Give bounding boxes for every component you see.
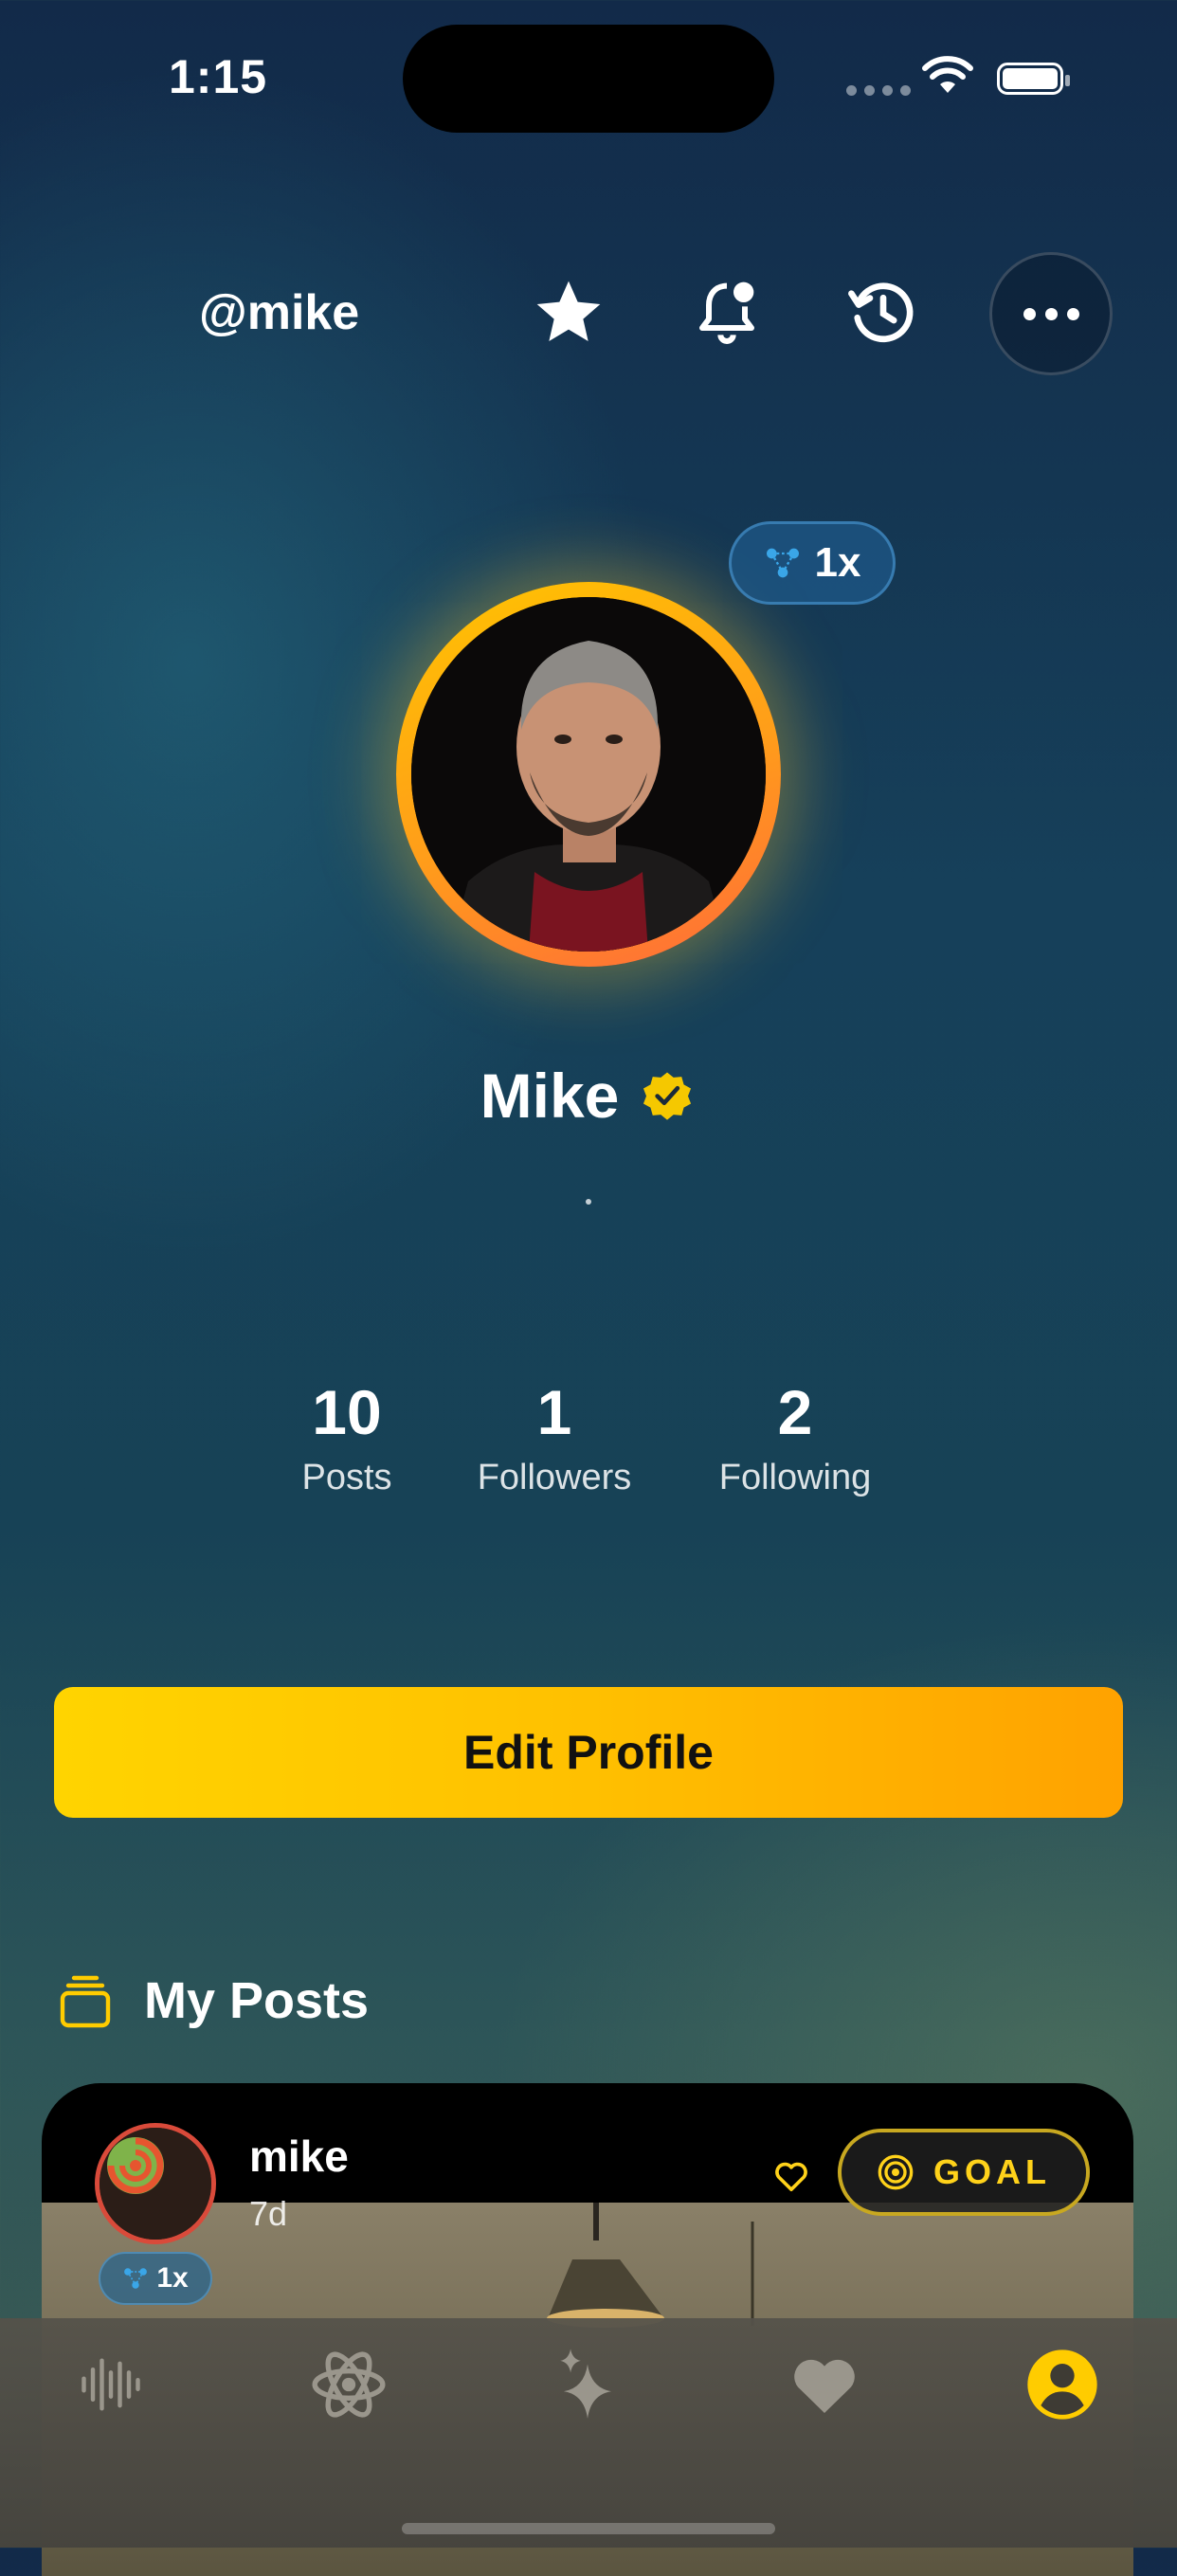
target-icon — [878, 2154, 914, 2190]
history-icon[interactable] — [836, 265, 931, 360]
more-options-button[interactable] — [989, 252, 1113, 375]
like-heart-icon[interactable] — [772, 2157, 810, 2200]
stat-following-value: 2 — [777, 1377, 813, 1447]
profile-icon — [1027, 2349, 1097, 2420]
verified-badge-icon — [643, 1072, 692, 1120]
dynamic-island — [403, 25, 774, 133]
post-author-avatar[interactable] — [95, 2123, 216, 2244]
stat-following-label: Following — [718, 1458, 872, 1497]
waveform-icon — [81, 2358, 140, 2411]
tab-sparkles[interactable] — [531, 2328, 644, 2441]
profile-bio — [586, 1199, 591, 1205]
tab-waveform[interactable] — [54, 2328, 168, 2441]
goal-button[interactable]: GOAL — [838, 2129, 1090, 2216]
stat-following[interactable]: 2 Following — [672, 1374, 918, 1498]
post-boost-label: 1x — [156, 2262, 189, 2294]
post-username[interactable]: mike — [249, 2131, 349, 2182]
tab-favorites[interactable] — [768, 2328, 881, 2441]
wifi-icon — [921, 55, 974, 101]
atom-icon — [312, 2351, 386, 2418]
tab-profile[interactable] — [1005, 2328, 1119, 2441]
battery-icon — [997, 63, 1070, 95]
tab-atom[interactable] — [292, 2328, 406, 2441]
boost-badge-label: 1x — [814, 539, 861, 586]
post-boost-badge[interactable]: 1x — [99, 2252, 212, 2305]
sparkles-icon — [560, 2349, 612, 2419]
network-icon — [766, 548, 799, 578]
status-time: 1:15 — [169, 50, 268, 103]
profile-handle: @mike — [199, 285, 360, 340]
star-icon[interactable] — [521, 265, 616, 360]
profile-avatar[interactable] — [396, 582, 781, 967]
profile-name: Mike — [480, 1061, 620, 1131]
edit-profile-button[interactable]: Edit Profile — [54, 1687, 1123, 1818]
my-posts-header: My Posts — [59, 1971, 369, 2030]
network-icon — [124, 2268, 148, 2289]
stat-followers-value: 1 — [536, 1377, 572, 1447]
goal-label: GOAL — [933, 2152, 1051, 2191]
bell-icon[interactable] — [679, 265, 774, 360]
post-timestamp: 7d — [249, 2194, 288, 2233]
profile-name-row: Mike — [0, 1060, 1177, 1132]
home-indicator — [402, 2523, 775, 2534]
stack-icon — [60, 1975, 111, 2028]
stat-followers[interactable]: 1 Followers — [431, 1374, 678, 1498]
heart-icon — [794, 2359, 855, 2413]
my-posts-title: My Posts — [144, 1972, 370, 2029]
cellular-signal-icon — [846, 85, 911, 96]
boost-badge[interactable]: 1x — [729, 521, 896, 605]
stat-followers-label: Followers — [477, 1458, 632, 1497]
